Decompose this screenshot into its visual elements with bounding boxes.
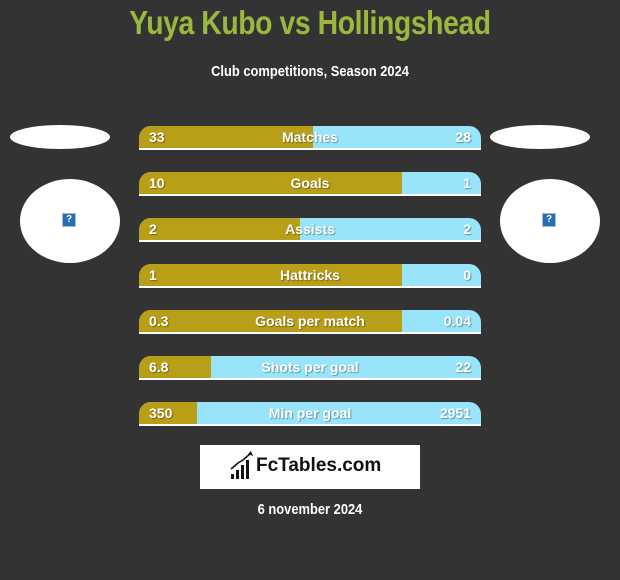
stat-label: Goals per match xyxy=(255,313,365,329)
right-value: 0.04 xyxy=(443,313,471,329)
stat-row-matches: Matches 33 28 xyxy=(139,126,481,150)
broken-image-icon: ? xyxy=(62,213,76,227)
stat-label: Assists xyxy=(285,221,335,237)
stat-row-shots-per-goal: Shots per goal 6.8 22 xyxy=(139,356,481,380)
right-value: 1 xyxy=(463,175,471,191)
left-value: 2 xyxy=(149,221,157,237)
stat-label: Min per goal xyxy=(268,405,352,421)
right-value: 2951 xyxy=(439,405,471,421)
report-date: 6 november 2024 xyxy=(257,501,363,518)
left-value: 0.3 xyxy=(149,313,169,329)
stat-row-hattricks: Hattricks 1 0 xyxy=(139,264,481,288)
left-value: 33 xyxy=(149,129,165,145)
stat-row-assists: Assists 2 2 xyxy=(139,218,481,242)
right-value: 2 xyxy=(463,221,471,237)
left-value: 1 xyxy=(149,267,157,283)
stat-label: Hattricks xyxy=(280,267,340,283)
logo-text: FcTables.com xyxy=(256,455,382,476)
right-player-avatar: ? xyxy=(500,179,600,263)
broken-image-icon: ? xyxy=(542,213,556,227)
stat-row-goals: Goals 10 1 xyxy=(139,172,481,196)
left-value: 6.8 xyxy=(149,359,169,375)
stat-row-goals-per-match: Goals per match 0.3 0.04 xyxy=(139,310,481,334)
right-value: 28 xyxy=(455,129,471,145)
competition-subtitle: Club competitions, Season 2024 xyxy=(211,63,409,80)
stat-label: Matches xyxy=(281,129,339,145)
page-title: Yuya Kubo vs Hollingshead xyxy=(129,4,491,41)
left-player-avatar: ? xyxy=(20,179,120,263)
right-player-name-pill xyxy=(490,125,590,149)
right-value: 0 xyxy=(463,267,471,283)
stat-row-min-per-goal: Min per goal 350 2951 xyxy=(139,402,481,426)
bar-chart-trend-icon xyxy=(230,451,253,479)
fctables-logo[interactable]: FcTables.com xyxy=(200,445,420,489)
stat-label: Shots per goal xyxy=(261,359,359,375)
left-value: 10 xyxy=(149,175,165,191)
stat-label: Goals xyxy=(290,175,330,191)
left-player-name-pill xyxy=(10,125,110,149)
left-value: 350 xyxy=(149,405,173,421)
right-value: 22 xyxy=(455,359,471,375)
